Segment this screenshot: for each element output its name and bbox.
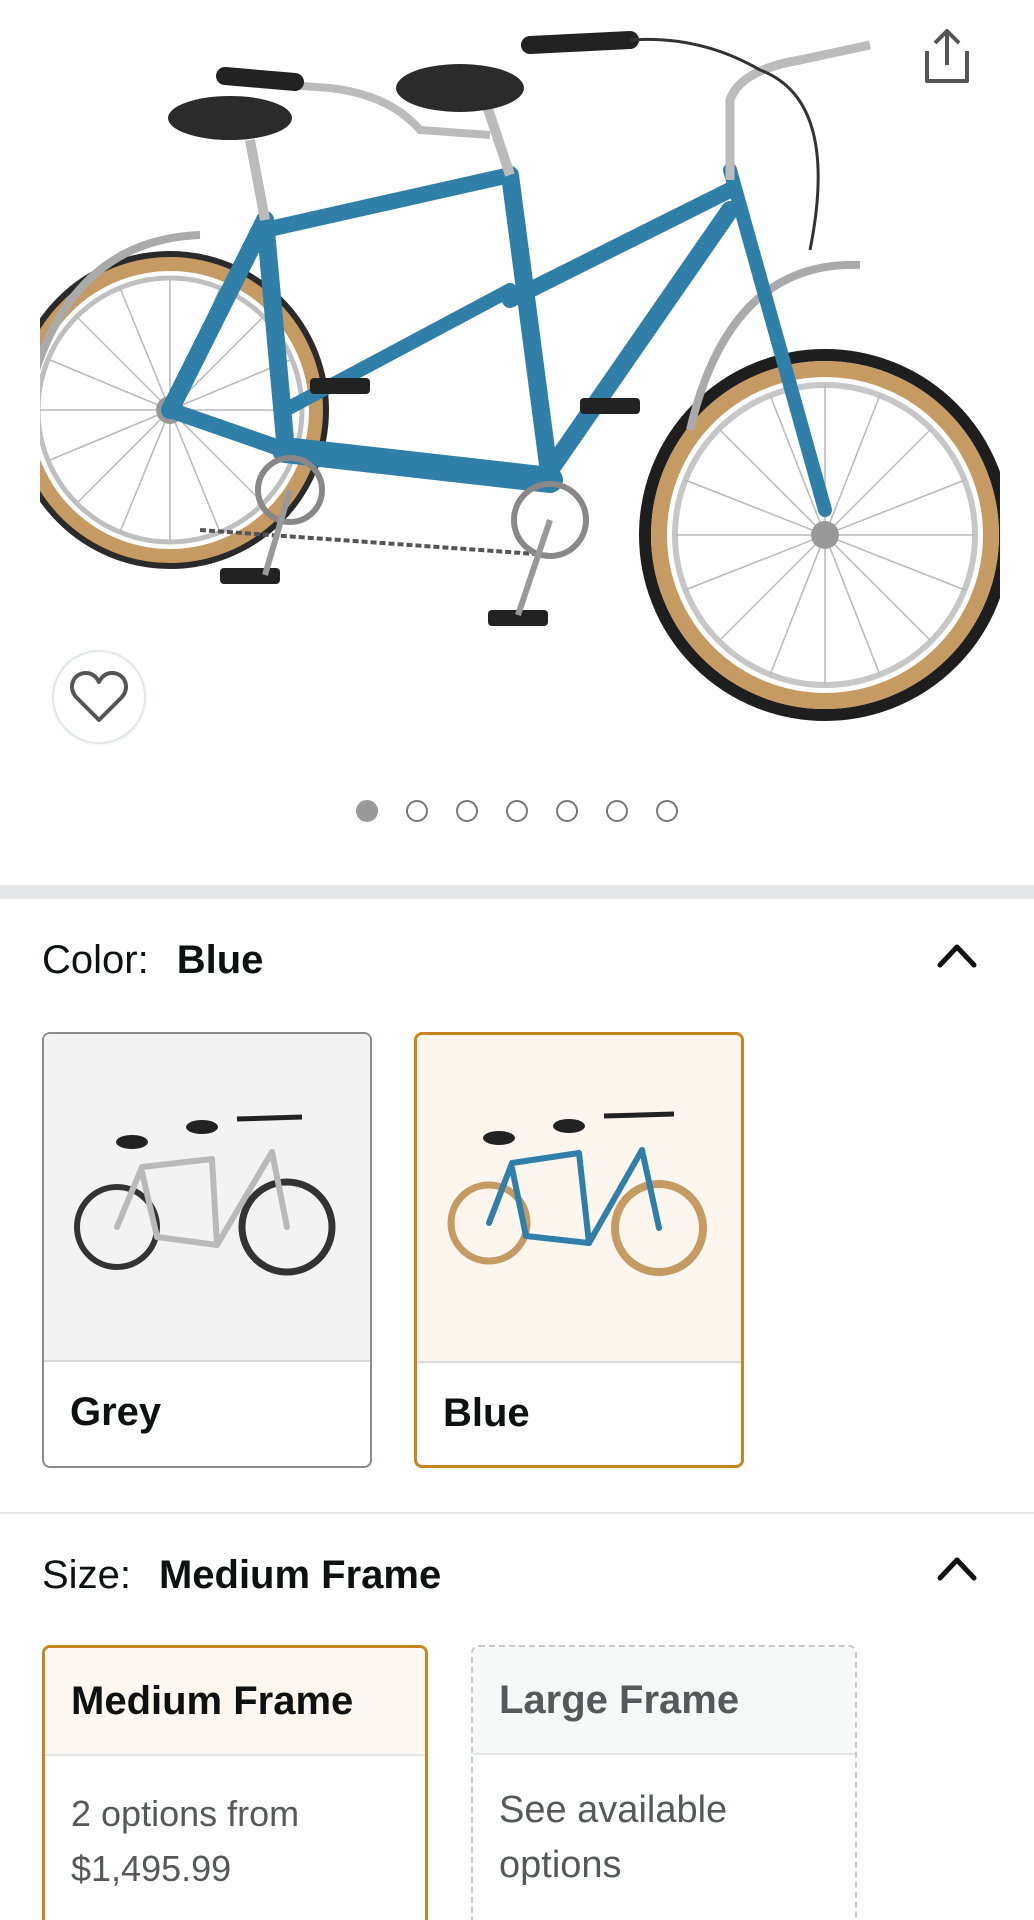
- size-option-large-frame[interactable]: Large Frame See available options: [471, 1645, 857, 1920]
- tandem-bike-blue-thumb: [447, 1111, 707, 1276]
- size-option-price: $1,495.99: [71, 1848, 232, 1889]
- size-variation-header: Size: Medium Frame: [42, 1545, 441, 1605]
- color-label: Color:: [42, 937, 149, 982]
- color-variation-header: Color: Blue: [42, 930, 263, 990]
- carousel-dot[interactable]: [406, 800, 428, 822]
- color-option-name: Grey: [70, 1390, 162, 1434]
- size-option-price-info: 2 options from $1,495.99: [45, 1756, 425, 1896]
- carousel-dot[interactable]: [506, 800, 528, 822]
- size-option-name: Medium Frame: [45, 1648, 425, 1756]
- add-to-wishlist-button[interactable]: [52, 650, 146, 744]
- rear-seat: [168, 96, 292, 140]
- chevron-up-icon[interactable]: [932, 1548, 982, 1588]
- heart-icon: [70, 671, 128, 722]
- section-divider: [0, 885, 1034, 899]
- share-button[interactable]: [915, 20, 979, 92]
- carousel-dot[interactable]: [456, 800, 478, 822]
- size-option-availability-line-1: See available: [499, 1789, 728, 1831]
- size-option-medium-frame[interactable]: Medium Frame 2 options from $1,495.99: [42, 1645, 428, 1920]
- color-option-blue[interactable]: Blue: [414, 1032, 744, 1468]
- carousel-dot[interactable]: [356, 800, 378, 822]
- section-divider: [0, 1512, 1034, 1514]
- size-option-availability-line-2: options: [499, 1844, 622, 1886]
- size-label: Size:: [42, 1552, 131, 1597]
- carousel-dot[interactable]: [606, 800, 628, 822]
- chevron-up-icon[interactable]: [932, 935, 982, 975]
- color-option-grey[interactable]: Grey: [42, 1032, 372, 1468]
- size-option-availability: See available options: [473, 1755, 855, 1893]
- product-image[interactable]: [40, 10, 1000, 740]
- product-image-gallery[interactable]: [0, 0, 1034, 885]
- color-option-image: [44, 1034, 370, 1362]
- carousel-dot[interactable]: [656, 800, 678, 822]
- front-seat: [396, 64, 524, 112]
- color-option-image: [417, 1035, 741, 1363]
- size-option-offers: 2 options from: [71, 1793, 300, 1834]
- color-selected-value: Blue: [176, 937, 264, 982]
- image-carousel-indicator: [0, 800, 1034, 822]
- carousel-dot[interactable]: [556, 800, 578, 822]
- size-option-name: Large Frame: [473, 1647, 855, 1755]
- share-icon: [925, 29, 969, 83]
- size-selected-value: Medium Frame: [158, 1552, 442, 1597]
- tandem-bike-grey-thumb: [74, 1114, 336, 1276]
- color-option-name: Blue: [443, 1391, 530, 1435]
